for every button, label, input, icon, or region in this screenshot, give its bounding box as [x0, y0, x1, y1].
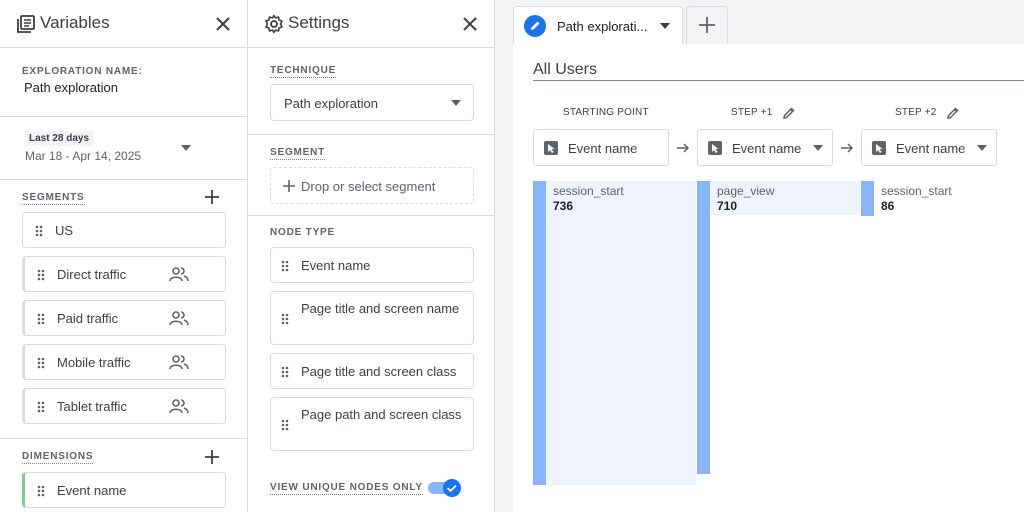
step-dropdown-label: Event name: [896, 141, 966, 156]
plus-icon: [699, 17, 715, 33]
step-label: STARTING POINT: [563, 107, 649, 118]
dimension-label: Event name: [57, 483, 127, 498]
pencil-circle-icon: [524, 15, 546, 37]
user-segment-icon: [169, 267, 189, 282]
arrow-right-icon: [841, 143, 854, 153]
segment-label: Paid traffic: [57, 311, 119, 326]
user-segment-icon: [169, 311, 189, 326]
technique-value: Path exploration: [284, 96, 378, 111]
node-type-item[interactable]: Event name: [270, 247, 474, 283]
variables-panel: Variables EXPLORATION NAME: Path explora…: [0, 0, 248, 512]
path-node-bar[interactable]: [861, 181, 874, 216]
gear-icon: [265, 14, 283, 34]
segment-item[interactable]: Tablet traffic: [22, 388, 226, 424]
cursor-click-icon: [872, 141, 886, 155]
tab-path-exploration[interactable]: Path explorati...: [513, 6, 683, 44]
dimension-item[interactable]: Event name: [22, 472, 226, 508]
node-type-label: Page title and screen name: [301, 301, 460, 316]
step-dropdown-label: Event name: [732, 141, 802, 156]
step-2-dropdown[interactable]: Event name: [861, 129, 997, 166]
plus-icon: [283, 180, 295, 192]
library-icon: [17, 15, 35, 33]
edit-icon[interactable]: [782, 106, 796, 120]
node-background: [546, 181, 696, 485]
path-node-count: 710: [717, 199, 738, 213]
segment-drop-zone[interactable]: Drop or select segment: [270, 167, 474, 204]
dimensions-label: DIMENSIONS: [22, 451, 94, 464]
drag-handle-icon[interactable]: [37, 401, 45, 413]
segment-item[interactable]: Direct traffic: [22, 256, 226, 292]
cursor-click-icon: [708, 141, 722, 155]
date-range[interactable]: Mar 18 - Apr 14, 2025: [25, 149, 141, 163]
segment-title: All Users: [533, 61, 598, 78]
user-segment-icon: [169, 399, 189, 414]
segment-label: US: [55, 223, 74, 238]
add-dimension-icon[interactable]: [205, 450, 219, 464]
path-node-count: 86: [881, 199, 895, 213]
exploration-name-label: EXPLORATION NAME:: [22, 66, 143, 77]
variables-title: Variables: [40, 13, 110, 32]
tab-label: Path explorati...: [557, 19, 648, 34]
node-type-label: Event name: [301, 258, 371, 273]
chevron-down-icon[interactable]: [660, 23, 670, 29]
segment-item[interactable]: Mobile traffic: [22, 344, 226, 380]
segment-divider: [533, 80, 1024, 81]
node-type-label: Page path and screen class: [301, 407, 462, 422]
path-node-name: session_start: [553, 184, 624, 198]
drag-handle-icon[interactable]: [37, 313, 45, 325]
path-node-name: page_view: [717, 184, 775, 198]
drag-handle-icon[interactable]: [35, 225, 43, 237]
settings-title: Settings: [288, 13, 350, 32]
step-dropdown-label: Event name: [568, 141, 638, 156]
segment-item[interactable]: US: [22, 212, 226, 248]
chevron-down-icon: [451, 100, 461, 106]
segment-item[interactable]: Paid traffic: [22, 300, 226, 336]
exploration-name-input[interactable]: Path exploration: [24, 80, 118, 95]
node-type-item[interactable]: Page title and screen class: [270, 353, 474, 389]
segment-drop-label: Drop or select segment: [301, 179, 436, 194]
node-type-label: Page title and screen class: [301, 364, 457, 379]
step-label: STEP +2: [895, 107, 937, 118]
add-segment-icon[interactable]: [205, 190, 219, 204]
technique-label: TECHNIQUE: [270, 65, 337, 78]
date-preset-chip: Last 28 days: [25, 131, 94, 146]
unique-nodes-toggle[interactable]: [428, 479, 462, 497]
path-node-bar[interactable]: [697, 181, 710, 474]
path-node-count: 736: [553, 199, 574, 213]
node-type-label: NODE TYPE: [270, 227, 335, 238]
chevron-down-icon: [813, 145, 823, 151]
path-node-bar[interactable]: [533, 181, 546, 485]
cursor-click-icon: [544, 141, 558, 155]
starting-point-dropdown[interactable]: Event name: [533, 129, 669, 166]
unique-nodes-label: VIEW UNIQUE NODES ONLY: [270, 482, 423, 495]
drag-handle-icon[interactable]: [37, 485, 45, 497]
drag-handle-icon[interactable]: [281, 419, 289, 431]
drag-handle-icon[interactable]: [281, 366, 289, 378]
node-type-item[interactable]: Page path and screen class: [270, 397, 474, 451]
drag-handle-icon[interactable]: [281, 260, 289, 272]
chevron-down-icon: [977, 145, 987, 151]
close-icon[interactable]: [213, 14, 233, 34]
close-icon[interactable]: [460, 14, 480, 34]
path-node-name: session_start: [881, 184, 952, 198]
drag-handle-icon[interactable]: [37, 357, 45, 369]
drag-handle-icon[interactable]: [37, 269, 45, 281]
settings-header: Settings: [248, 0, 494, 48]
segment-label: Mobile traffic: [57, 355, 131, 370]
arrow-right-icon: [677, 143, 690, 153]
user-segment-icon: [169, 355, 189, 370]
node-type-item[interactable]: Page title and screen name: [270, 291, 474, 345]
variables-header: Variables: [0, 0, 247, 48]
segment-label: Tablet traffic: [57, 399, 127, 414]
chevron-down-icon[interactable]: [181, 145, 191, 151]
technique-select[interactable]: Path exploration: [270, 84, 474, 121]
edit-icon[interactable]: [946, 106, 960, 120]
segment-label: SEGMENT: [270, 147, 326, 160]
step-1-dropdown[interactable]: Event name: [697, 129, 833, 166]
segments-label: SEGMENTS: [22, 192, 85, 205]
add-tab-button[interactable]: [686, 6, 728, 44]
drag-handle-icon[interactable]: [281, 313, 289, 325]
step-label: STEP +1: [731, 107, 773, 118]
segment-label: Direct traffic: [57, 267, 127, 282]
